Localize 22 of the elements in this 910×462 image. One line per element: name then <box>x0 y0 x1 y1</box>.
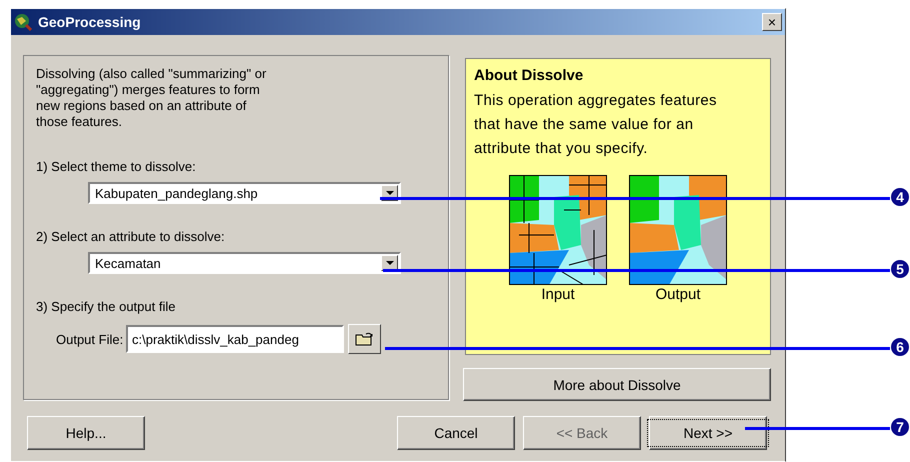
map-caption: Output <box>655 285 701 305</box>
callout-number: 4 <box>891 188 909 206</box>
callout-number: 7 <box>891 418 909 436</box>
panel-text: This operation aggregates features that have the same value for an attribute that you specify. <box>474 91 718 159</box>
close-button[interactable]: × <box>762 13 782 31</box>
callout-number: 5 <box>891 260 909 278</box>
step-label: 2) Select an attribute to dissolve: <box>36 228 226 246</box>
callout-number: 6 <box>891 338 909 356</box>
field-label: Output File: <box>56 332 124 346</box>
dropdown[interactable]: Kabupaten_pandeglang.shp <box>88 182 401 204</box>
dialog-button[interactable]: Help... <box>27 416 145 450</box>
step-label: 3) Specify the output file <box>36 298 176 316</box>
step-label: 1) Select theme to dissolve: <box>36 158 197 176</box>
dropdown[interactable]: Kecamatan <box>88 252 401 274</box>
dialog-button[interactable]: Cancel <box>397 416 515 450</box>
panel-title: About Dissolve <box>474 66 584 86</box>
more-about-button[interactable]: More about Dissolve <box>463 368 771 401</box>
map-caption: Input <box>541 285 575 305</box>
output-file-field[interactable]: c:\praktik\disslv_kab_pandeg <box>126 325 344 353</box>
window-title: GeoProcessing <box>38 14 142 30</box>
dialog-button[interactable]: Next >> <box>649 416 767 450</box>
intro-text: Dissolving (also called "summarizing" or "aggregating") merges features to form new regions based on an attribute of those features. <box>36 66 268 130</box>
